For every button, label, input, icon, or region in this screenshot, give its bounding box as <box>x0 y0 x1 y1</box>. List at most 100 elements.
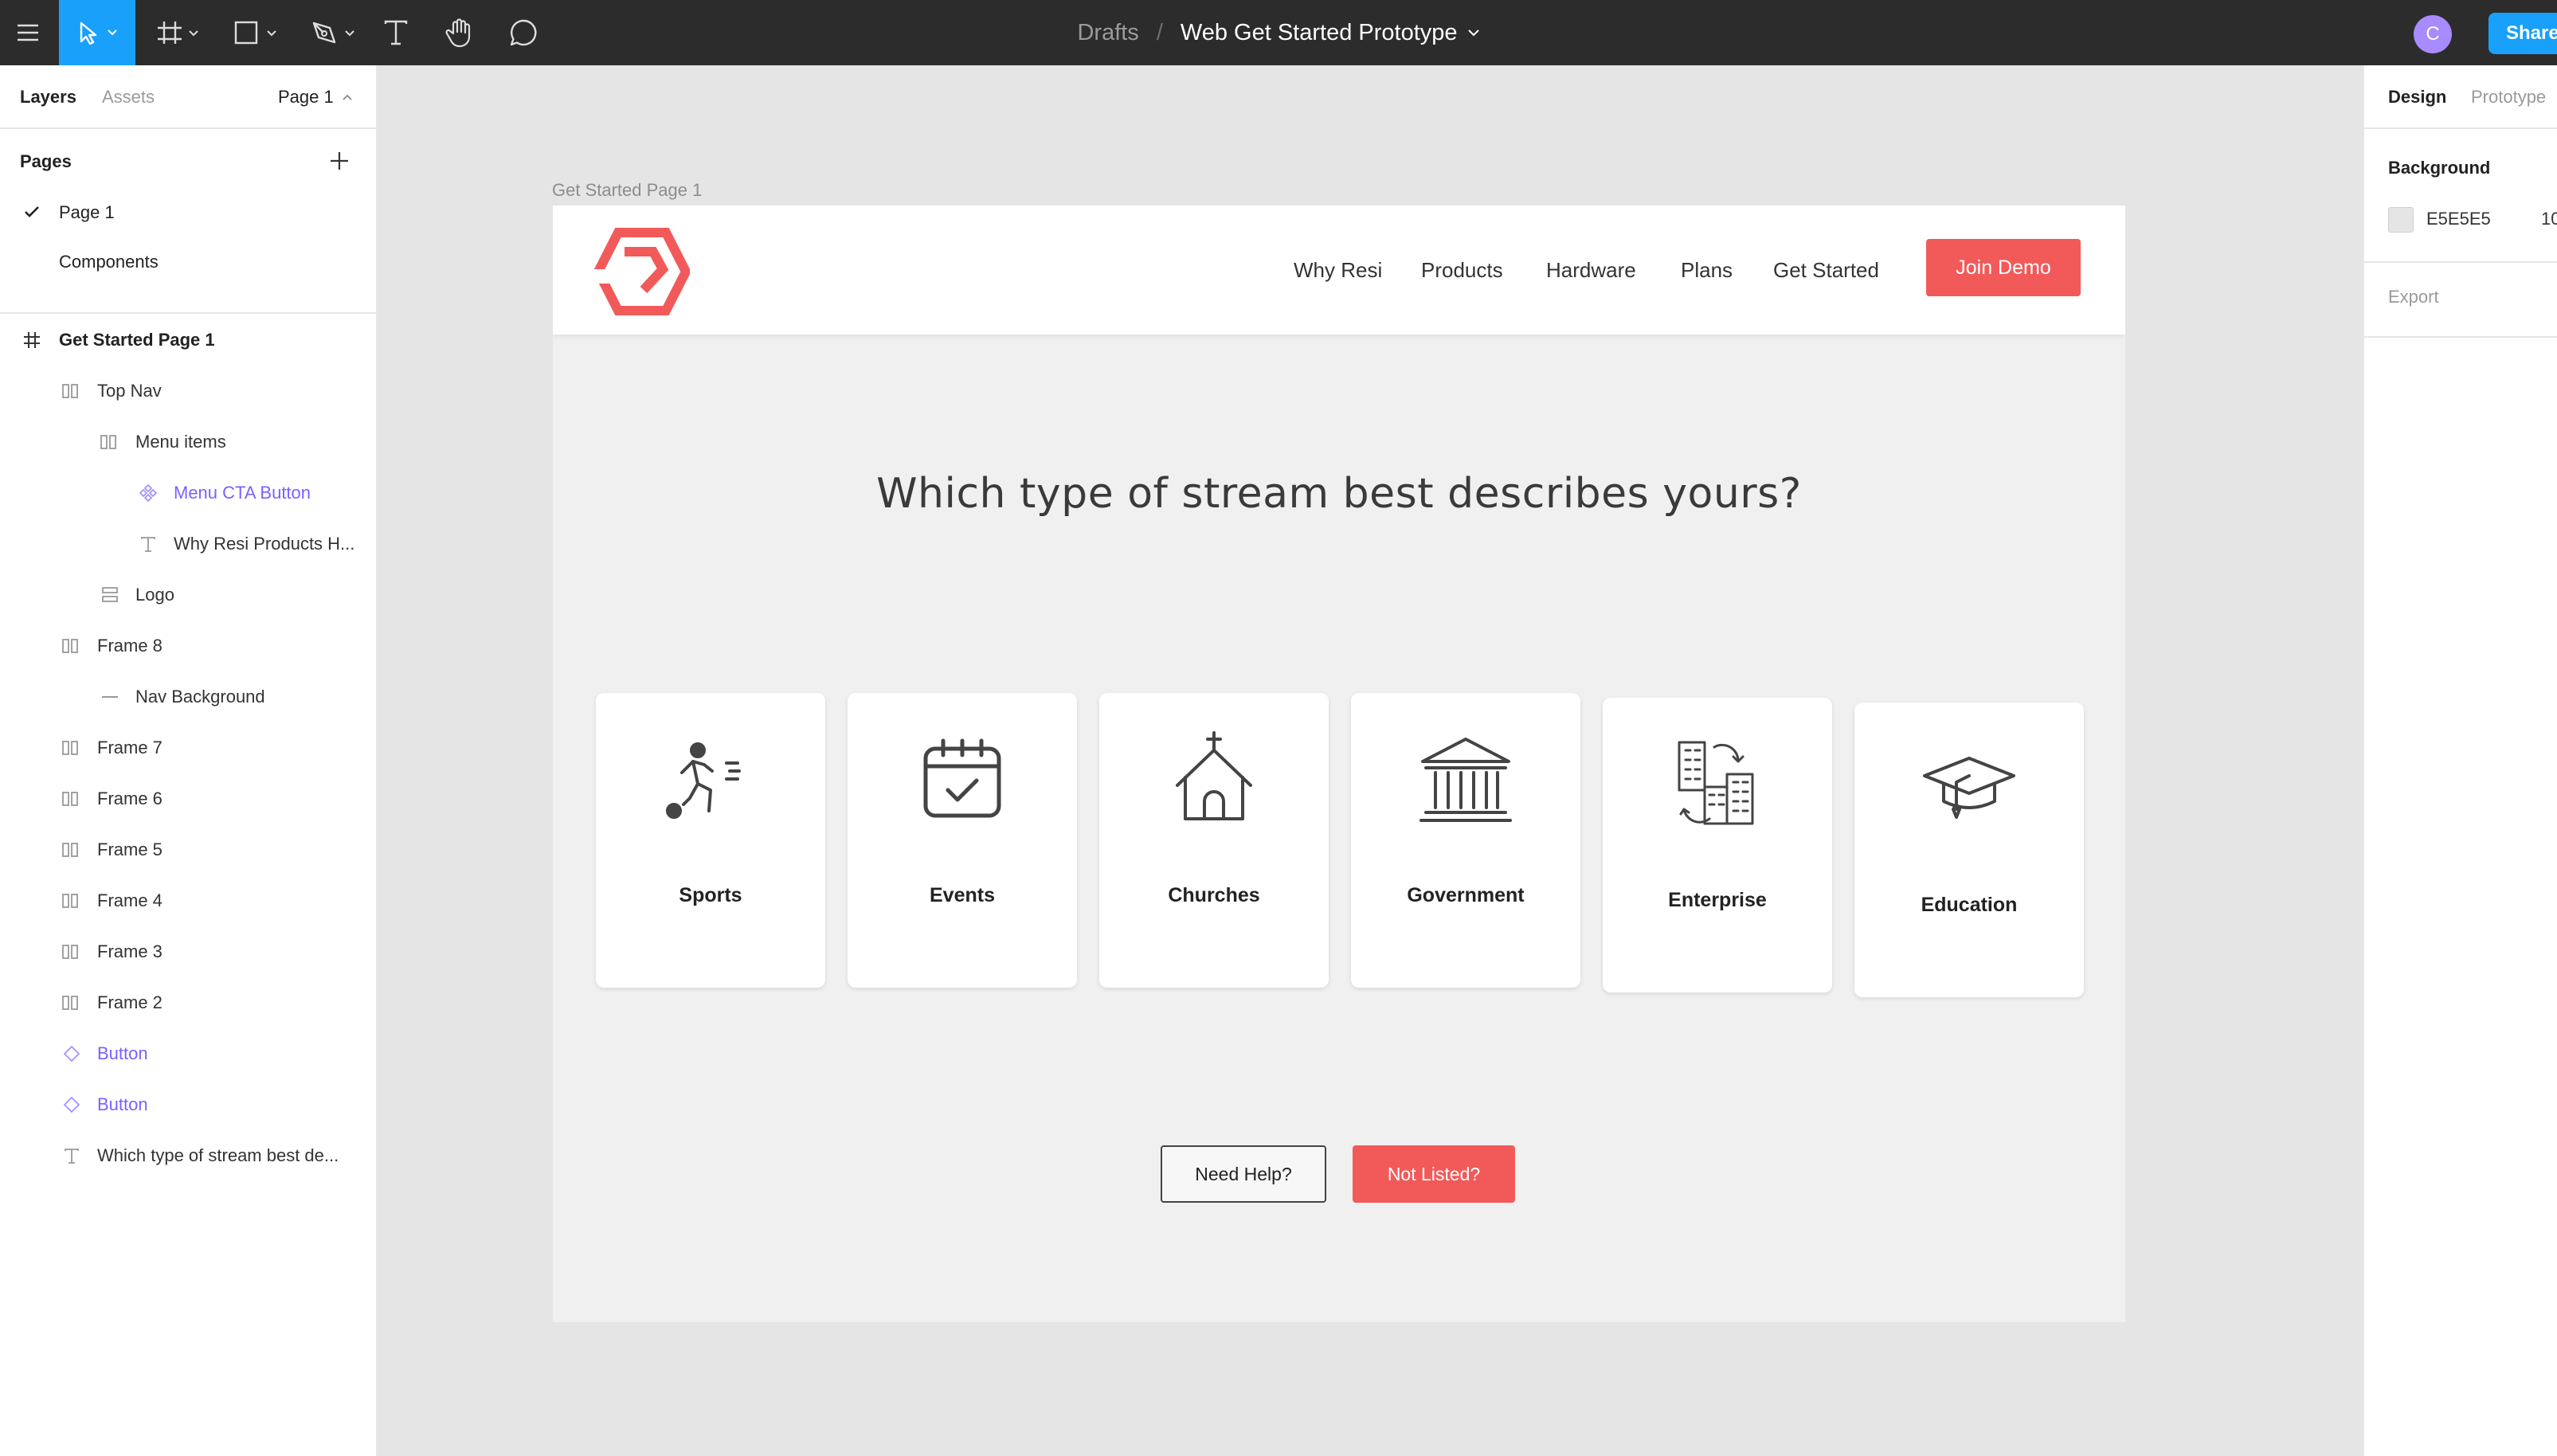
frame-label[interactable]: Get Started Page 1 <box>552 180 702 201</box>
layer-label: Frame 4 <box>97 890 163 910</box>
layer-frame-8[interactable]: Frame 8 <box>0 620 376 671</box>
layer-label: Get Started Page 1 <box>59 330 215 350</box>
page-item-label: Components <box>59 252 159 272</box>
instance-icon <box>61 1094 83 1116</box>
layer-label: Button <box>97 1043 148 1063</box>
layer-menu-cta-button[interactable]: Menu CTA Button <box>0 468 376 519</box>
chevron-up-icon <box>342 93 353 101</box>
breadcrumb-separator: / <box>1156 19 1163 45</box>
pages-title: Pages <box>20 151 72 171</box>
group-icon <box>99 584 121 606</box>
line-icon <box>99 686 121 708</box>
file-name[interactable]: Web Get Started Prototype <box>1181 20 1458 46</box>
add-page-icon[interactable] <box>325 147 354 175</box>
nav-products[interactable]: Products <box>1421 205 1503 335</box>
panel-divider <box>2364 336 2557 338</box>
layer-label: Frame 8 <box>97 636 163 656</box>
nav-why-resi[interactable]: Why Resi <box>1294 205 1382 335</box>
panel-divider <box>0 312 376 314</box>
share-button[interactable]: Share <box>2488 13 2557 54</box>
card-government[interactable]: Government <box>1351 693 1580 988</box>
card-label: Churches <box>1168 884 1260 906</box>
page-item-components[interactable]: Components <box>0 237 376 287</box>
layer-frame-2[interactable]: Frame 2 <box>0 977 376 1028</box>
background-hex-input[interactable]: E5E5E5 <box>2426 209 2491 229</box>
panel-tabs: Layers Assets Page 1 <box>0 65 376 129</box>
layer-label: Top Nav <box>97 381 162 401</box>
background-opacity-input[interactable]: 100% <box>2541 209 2557 229</box>
component-instance-icon <box>137 482 159 504</box>
text-icon <box>61 1145 83 1167</box>
enterprise-buildings-icon <box>1670 736 1765 832</box>
sports-icon <box>663 731 758 827</box>
text-icon <box>137 533 159 555</box>
card-education[interactable]: Education <box>1854 703 2084 997</box>
layer-headline-text[interactable]: Which type of stream best de... <box>0 1130 376 1181</box>
auto-layout-icon <box>59 737 81 759</box>
layer-button[interactable]: Button <box>0 1079 376 1130</box>
panel-divider <box>2364 261 2557 263</box>
export-section-title[interactable]: Export <box>2388 287 2439 307</box>
layer-logo[interactable]: Logo <box>0 569 376 620</box>
layer-label: Nav Background <box>135 687 265 706</box>
layer-top-nav[interactable]: Top Nav <box>0 366 376 417</box>
card-label: Sports <box>679 884 742 906</box>
background-section-title: Background <box>2388 158 2491 178</box>
nav-plans[interactable]: Plans <box>1681 205 1733 335</box>
page-selector[interactable]: Page 1 <box>278 65 353 129</box>
card-label: Government <box>1407 884 1525 906</box>
government-building-icon <box>1418 731 1513 827</box>
auto-layout-icon <box>59 992 81 1014</box>
layer-why-resi-text[interactable]: Why Resi Products H... <box>0 519 376 569</box>
not-listed-button[interactable]: Not Listed? <box>1353 1145 1515 1203</box>
tab-design[interactable]: Design <box>2388 65 2446 129</box>
layers-panel: Layers Assets Page 1 Pages Page 1 Compon… <box>0 65 378 1456</box>
layer-frame-5[interactable]: Frame 5 <box>0 824 376 875</box>
card-enterprise[interactable]: Enterprise <box>1603 698 1832 992</box>
layer-frame-3[interactable]: Frame 3 <box>0 926 376 977</box>
auto-layout-icon <box>59 380 81 402</box>
frame-get-started-page-1[interactable]: Why Resi Products Hardware Plans Get Sta… <box>553 205 2125 1322</box>
need-help-button[interactable]: Need Help? <box>1161 1145 1326 1203</box>
layer-frame-7[interactable]: Frame 7 <box>0 722 376 773</box>
layer-frame-6[interactable]: Frame 6 <box>0 773 376 824</box>
card-events[interactable]: Events <box>848 693 1077 988</box>
layer-label: Frame 3 <box>97 941 163 961</box>
auto-layout-icon <box>59 788 81 810</box>
frame-icon <box>21 329 43 351</box>
breadcrumb-drafts[interactable]: Drafts <box>1077 20 1138 46</box>
resi-logo-icon[interactable] <box>593 228 691 315</box>
page-selector-label: Page 1 <box>278 87 334 107</box>
chevron-down-icon[interactable] <box>1467 29 1480 37</box>
card-sports[interactable]: Sports <box>596 693 825 988</box>
layer-button[interactable]: Button <box>0 1028 376 1079</box>
page-item-page-1[interactable]: Page 1 <box>0 188 376 237</box>
layer-label: Menu items <box>135 432 226 452</box>
tab-layers[interactable]: Layers <box>20 65 76 129</box>
calendar-check-icon <box>914 731 1010 827</box>
avatar[interactable]: C <box>2414 15 2452 53</box>
card-label: Events <box>930 884 995 906</box>
nav-hardware[interactable]: Hardware <box>1546 205 1636 335</box>
tab-prototype[interactable]: Prototype <box>2471 65 2546 129</box>
layer-menu-items[interactable]: Menu items <box>0 417 376 468</box>
top-toolbar: Drafts / Web Get Started Prototype C Sha… <box>0 0 2557 65</box>
layer-label: Button <box>97 1094 148 1114</box>
layer-get-started-page-1[interactable]: Get Started Page 1 <box>0 315 376 366</box>
background-color-swatch[interactable] <box>2388 207 2414 233</box>
card-churches[interactable]: Churches <box>1099 693 1329 988</box>
layer-label: Frame 6 <box>97 789 163 808</box>
tab-assets[interactable]: Assets <box>102 65 155 129</box>
page-item-label: Page 1 <box>59 202 115 222</box>
nav-get-started[interactable]: Get Started <box>1773 205 1879 335</box>
properties-panel: Design Prototype Background E5E5E5 100% … <box>2363 65 2557 1456</box>
join-demo-button[interactable]: Join Demo <box>1926 239 2081 296</box>
instance-icon <box>61 1043 83 1065</box>
layer-label: Frame 2 <box>97 992 163 1012</box>
layer-label: Frame 5 <box>97 840 163 859</box>
top-nav: Why Resi Products Hardware Plans Get Sta… <box>553 205 2125 335</box>
layer-frame-4[interactable]: Frame 4 <box>0 875 376 926</box>
card-label: Education <box>1921 894 2018 916</box>
layer-nav-background[interactable]: Nav Background <box>0 671 376 722</box>
file-title: Drafts / Web Get Started Prototype <box>0 0 2557 65</box>
